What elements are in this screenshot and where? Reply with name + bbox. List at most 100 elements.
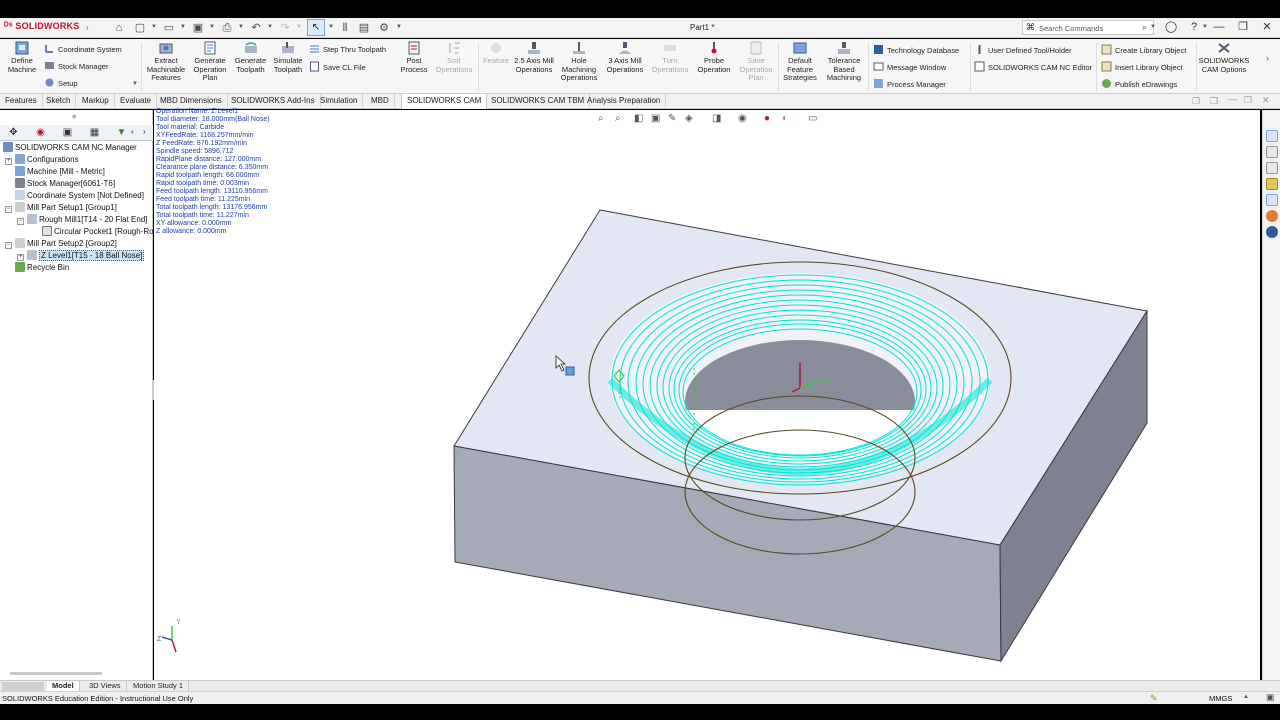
tree-item-coordinate-system[interactable]: Coordinate System [Not Defined] — [15, 190, 144, 202]
generate-operation-plan-button[interactable]: Generate Operation Plan — [190, 41, 230, 83]
restore-icon[interactable]: ❐ — [1234, 19, 1252, 35]
zoom-to-fit-icon[interactable]: ⌕ — [598, 113, 604, 124]
dynamic-annotation-icon[interactable]: ✎ — [668, 113, 676, 124]
search-icon[interactable]: ⌕ — [1142, 22, 1147, 33]
select-arrow-icon[interactable]: ↖ — [307, 19, 325, 36]
property-manager-tab-icon[interactable]: ◉ — [33, 126, 48, 140]
tab-scroll-left-icon[interactable]: ‹ — [131, 127, 134, 136]
zoom-to-area-icon[interactable]: ⌕ — [615, 113, 621, 124]
setup-button[interactable]: Setup — [44, 77, 78, 88]
tab-solidworks-cam-tbm[interactable]: SOLIDWORKS CAM TBM — [486, 94, 591, 109]
tab-features[interactable]: Features — [0, 94, 43, 109]
traffic-light-icon[interactable]: ⦀ — [338, 21, 352, 35]
chevron-down-icon[interactable]: ▼ — [132, 81, 138, 87]
default-feature-strategies-button[interactable]: Default Feature Strategies — [780, 41, 820, 83]
gear-icon[interactable]: ⚙ — [377, 21, 391, 35]
user-account-icon[interactable]: ◯ — [1162, 19, 1180, 35]
insert-library-object-button[interactable]: Insert Library Object — [1101, 61, 1183, 72]
axis25-mill-operations-button[interactable]: 2.5 Axis Mill Operations — [514, 41, 554, 74]
units-dropdown-icon[interactable]: ▲ — [1243, 694, 1249, 700]
cam-options-button[interactable]: SOLIDWORKS CAM Options — [1198, 41, 1250, 74]
view-palette-icon[interactable] — [1266, 194, 1278, 206]
probe-operation-button[interactable]: Probe Operation — [694, 41, 734, 74]
tab-analysis-preparation[interactable]: Analysis Preparation — [582, 94, 667, 109]
chevron-down-icon[interactable]: ▼ — [296, 24, 302, 30]
unit-system[interactable]: MMGS — [1209, 694, 1232, 703]
tree-item-z-level[interactable]: + Z Level1[T15 - 18 Ball Nose] — [17, 250, 145, 262]
help-icon[interactable]: ? — [1185, 19, 1203, 35]
custom-properties-icon[interactable] — [1266, 226, 1278, 238]
feature-button[interactable]: Feature — [480, 41, 512, 66]
panel-grip-icon[interactable]: ◆ — [72, 113, 77, 120]
section-view-icon[interactable]: ▣ — [651, 113, 660, 124]
tree-item-configurations[interactable]: + Configurations — [5, 154, 79, 166]
chevron-down-icon[interactable]: ▼ — [396, 24, 402, 30]
tree-item-machine[interactable]: Machine [Mill - Metric] — [15, 166, 105, 178]
undo-icon[interactable]: ↶ — [249, 21, 263, 35]
tile-icon[interactable]: ❐ — [1192, 96, 1200, 107]
chevron-down-icon[interactable]: ▼ — [151, 24, 157, 30]
view-orientation-icon[interactable]: ◈ — [685, 113, 693, 124]
rebuild-icon[interactable]: ✎ — [1150, 693, 1158, 704]
tab-solidworks-add-ins[interactable]: SOLIDWORKS Add-Ins — [226, 94, 321, 109]
cam-feature-tree-tab-icon[interactable]: ▼ — [114, 126, 129, 140]
collapse-icon[interactable]: − — [5, 242, 12, 249]
apply-scene-icon[interactable]: ◐ — [782, 113, 788, 124]
doc-close-icon[interactable]: ✕ — [1262, 95, 1270, 106]
solidworks-logo[interactable]: ᴰˢ SOLIDWORKS — [4, 21, 79, 32]
search-commands-input[interactable]: ⌘ Search Commands ⌕ — [1022, 20, 1154, 35]
create-library-object-button[interactable]: Create Library Object — [1101, 44, 1186, 55]
user-defined-tool-button[interactable]: User Defined Tool/Holder — [974, 44, 1072, 55]
generate-toolpath-button[interactable]: Generate Toolpath — [232, 41, 269, 74]
chevron-down-icon[interactable]: ▼ — [209, 24, 215, 30]
coordinate-system-button[interactable]: Coordinate System — [44, 43, 122, 54]
dimxpert-tab-icon[interactable]: ▦ — [87, 126, 102, 140]
edit-appearance-icon[interactable]: ● — [764, 113, 770, 124]
tab-simulation[interactable]: Simulation — [315, 94, 364, 109]
configuration-manager-tab-icon[interactable]: ▣ — [60, 126, 75, 140]
tree-item-mill-setup2[interactable]: − Mill Part Setup2 [Group2] — [5, 238, 117, 250]
chevron-down-icon[interactable]: ▼ — [238, 24, 244, 30]
hide-show-items-icon[interactable]: ◉ — [738, 113, 747, 124]
tab-markup[interactable]: Markup — [77, 94, 115, 109]
axis3-mill-operations-button[interactable]: 3 Axis Mill Operations — [604, 41, 646, 74]
collapse-icon[interactable]: − — [17, 218, 24, 225]
post-process-button[interactable]: Post Process — [398, 41, 430, 74]
chevron-down-icon[interactable]: ▼ — [267, 24, 273, 30]
view-settings-icon[interactable]: ▭ — [808, 113, 817, 124]
tree-item-circular-pocket[interactable]: Circular Pocket1 [Rough-Ro — [42, 226, 154, 238]
search-mode-icon[interactable]: ⌘ — [1026, 22, 1035, 33]
step-thru-toolpath-button[interactable]: Step Thru Toolpath — [309, 43, 386, 54]
sort-operations-button[interactable]: Sort Operations — [432, 41, 476, 74]
tab-mbd-dimensions[interactable]: MBD Dimensions — [155, 94, 228, 109]
publish-edrawings-button[interactable]: Publish eDrawings — [1101, 78, 1177, 89]
design-library-icon[interactable] — [1266, 162, 1278, 174]
redo-icon[interactable]: ↷ — [278, 21, 292, 35]
tree-item-mill-setup1[interactable]: − Mill Part Setup1 [Group1] — [5, 202, 117, 214]
home-icon[interactable] — [1266, 130, 1278, 142]
file-properties-icon[interactable]: ▤ — [357, 21, 371, 35]
message-window-button[interactable]: Message Window — [873, 61, 946, 72]
close-icon[interactable]: ✕ — [1258, 19, 1276, 35]
tab-sketch[interactable]: Sketch — [41, 94, 77, 109]
minimize-icon[interactable]: — — [1210, 19, 1228, 35]
expand-icon[interactable]: + — [5, 158, 12, 165]
tab-mbd[interactable]: MBD — [366, 94, 395, 109]
tree-item-recycle-bin[interactable]: Recycle Bin — [15, 262, 69, 274]
collapse-icon[interactable]: − — [5, 206, 12, 213]
tree-root[interactable]: SOLIDWORKS CAM NC Manager — [3, 142, 137, 154]
tolerance-based-machining-button[interactable]: Tolerance Based Machining — [823, 41, 865, 83]
chevron-down-icon[interactable]: ▼ — [1150, 24, 1156, 30]
nc-editor-button[interactable]: SOLIDWORKS CAM NC Editor — [974, 61, 1092, 72]
ribbon-scroll-right-icon[interactable]: › — [1266, 53, 1269, 63]
previous-view-icon[interactable]: ◧ — [634, 113, 643, 124]
save-cl-file-button[interactable]: Save CL File — [309, 61, 366, 72]
simulate-toolpath-button[interactable]: Simulate Toolpath — [270, 41, 306, 74]
expand-icon[interactable]: + — [17, 254, 24, 261]
doc-minimize-icon[interactable]: — — [1228, 94, 1237, 104]
status-options-icon[interactable]: ▣ — [1266, 692, 1275, 703]
define-machine-button[interactable]: Define Machine — [4, 41, 40, 74]
tab-scroll-right-icon[interactable]: › — [143, 127, 146, 136]
open-folder-icon[interactable]: ▭ — [162, 21, 176, 35]
tree-item-stock-manager[interactable]: Stock Manager[6061-T6] — [15, 178, 115, 190]
